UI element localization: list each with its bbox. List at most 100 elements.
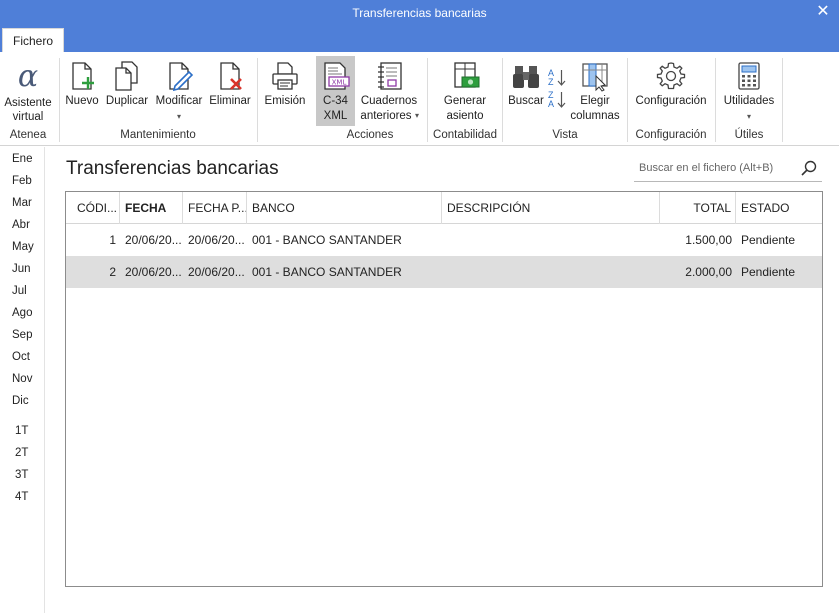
page-title: Transferencias bancarias [66,158,279,179]
window-title: Transferencias bancarias [352,6,487,20]
configuracion-label: Configuración [635,95,707,107]
ribbon: α Asistente virtual Atenea Nuevo Duplica… [0,52,839,146]
table-row[interactable]: 2 20/06/20... 20/06/20... 001 - BANCO SA… [66,256,822,288]
table-header: CÓDI... FECHA FECHA P... BANCO DESCRIPCI… [66,192,822,224]
column-header-fecha[interactable]: FECHA [120,192,183,224]
modificar-button[interactable]: Modificar ▾ [153,56,205,126]
elegir-columnas-button[interactable]: Elegir columnas [569,56,621,126]
month-item[interactable]: Nov [12,373,32,385]
cell-fecha-p: 20/06/20... [188,265,245,279]
modificar-label: Modificar [155,95,203,107]
column-header-estado[interactable]: ESTADO [736,192,822,224]
cell-estado: Pendiente [741,233,796,247]
eliminar-button[interactable]: Eliminar [208,56,252,126]
group-label-vista: Vista [552,129,578,141]
gear-icon [656,62,686,90]
group-label-mantenimiento: Mantenimiento [120,129,196,141]
cell-total: 1.500,00 [685,233,732,247]
eliminar-label: Eliminar [209,95,251,107]
cuadernos-label-line1: Cuadernos [360,95,418,107]
month-item[interactable]: Dic [12,395,29,407]
nuevo-button[interactable]: Nuevo [63,56,101,126]
month-item[interactable]: Oct [12,351,30,363]
edit-document-icon [169,62,194,92]
configuracion-button[interactable]: Configuración [632,56,710,126]
tab-fichero[interactable]: Fichero [2,28,64,52]
nuevo-label: Nuevo [65,95,99,107]
search-placeholder: Buscar en el fichero (Alt+B) [639,162,774,174]
cell-descripcion [442,256,660,288]
month-item[interactable]: Ene [12,153,32,165]
column-header-codigo[interactable]: CÓDI... [66,192,120,224]
cuadernos-label-line2: anteriores [360,110,412,122]
ribbon-separator [427,58,428,142]
buscar-button[interactable]: Buscar [506,56,546,126]
group-label-utiles: Útiles [734,129,764,141]
c34-label-line1: C-34 [323,95,348,107]
close-icon[interactable]: ✕ [815,3,831,21]
modificar-dropdown-caret: ▾ [176,112,182,121]
month-item[interactable]: Abr [12,219,30,231]
generar-asiento-button[interactable]: Generar asiento [432,56,498,126]
asistente-virtual-button[interactable]: α Asistente virtual [2,56,54,126]
ribbon-separator [782,58,783,142]
quarter-item[interactable]: 1T [15,425,28,437]
month-item[interactable]: Sep [12,329,32,341]
month-item[interactable]: Ago [12,307,32,319]
delete-document-icon [220,62,242,90]
c34-label-line2: XML [323,110,348,122]
month-item[interactable]: Feb [12,175,32,187]
ribbon-separator [257,58,258,142]
table-row[interactable]: 1 20/06/20... 20/06/20... 001 - BANCO SA… [66,224,822,256]
ribbon-separator [715,58,716,142]
month-item[interactable]: Jun [12,263,31,275]
emision-button[interactable]: Emisión [262,56,308,126]
xml-document-icon: XML [323,62,350,90]
month-item[interactable]: Jul [12,285,27,297]
month-item[interactable]: May [12,241,34,253]
ribbon-tab-strip: Fichero [0,26,839,52]
search-input[interactable]: Buscar en el fichero (Alt+B) [634,156,822,182]
new-document-icon [72,62,94,90]
notebook-icon [378,62,402,90]
emision-label: Emisión [264,95,306,107]
search-icon[interactable] [800,159,818,177]
ribbon-separator [502,58,503,142]
utilidades-button[interactable]: Utilidades ▾ [720,56,778,126]
period-sidebar: Ene Feb Mar Abr May Jun Jul Ago Sep Oct … [0,147,45,613]
group-label-acciones: Acciones [346,129,394,141]
elegir-label-line1: Elegir [580,95,610,107]
title-bar: Transferencias bancarias ✕ [0,0,839,26]
month-item[interactable]: Mar [12,197,32,209]
column-header-fecha-p[interactable]: FECHA P... [183,192,247,224]
column-header-banco[interactable]: BANCO [247,192,442,224]
sort-ascending-icon[interactable]: A Z [546,68,568,88]
quarter-item[interactable]: 3T [15,469,28,481]
cell-codigo: 2 [109,265,116,279]
cuadernos-dropdown-caret: ▾ [415,111,420,120]
c34-xml-button[interactable]: XML C-34 XML [316,56,355,126]
cuadernos-anteriores-button[interactable]: Cuadernos anteriores ▾ [358,56,420,126]
sort-descending-icon[interactable]: Z A [546,90,568,110]
utilidades-dropdown-caret: ▾ [746,112,752,121]
cell-fecha: 20/06/20... [125,233,182,247]
cell-descripcion [442,224,660,256]
column-header-descripcion[interactable]: DESCRIPCIÓN [442,192,660,224]
svg-text:α: α [18,60,38,92]
printer-icon [272,62,298,90]
quarter-item[interactable]: 4T [15,491,28,503]
column-header-total[interactable]: TOTAL [660,192,736,224]
generar-label-line2: asiento [446,110,484,122]
duplicar-button[interactable]: Duplicar [104,56,150,126]
cell-banco: 001 - BANCO SANTANDER [252,265,402,279]
cell-fecha-p: 20/06/20... [188,233,245,247]
sort-buttons: A Z Z A [546,68,568,112]
quarter-item[interactable]: 2T [15,447,28,459]
asistente-virtual-label: Asistente virtual [4,97,52,123]
group-label-atenea: Atenea [9,129,47,141]
alpha-icon: α [18,60,38,92]
group-label-contabilidad: Contabilidad [433,129,497,141]
duplicate-icon [115,61,138,91]
cell-codigo: 1 [109,233,116,247]
transfers-table: CÓDI... FECHA FECHA P... BANCO DESCRIPCI… [65,191,823,587]
